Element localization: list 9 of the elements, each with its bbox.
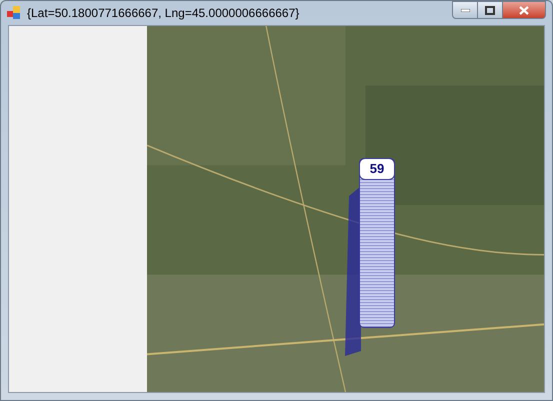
close-icon: [519, 6, 529, 14]
maximize-button[interactable]: [478, 1, 503, 19]
minimize-button[interactable]: [452, 1, 478, 19]
app-icon: [7, 6, 21, 20]
window-title: {Lat=50.1800771666667, Lng=45.0000006666667}: [27, 5, 300, 22]
cluster-marker[interactable]: 59: [359, 158, 395, 180]
minimize-icon: [460, 8, 470, 12]
close-button[interactable]: [503, 1, 546, 19]
maximize-icon: [485, 6, 495, 14]
